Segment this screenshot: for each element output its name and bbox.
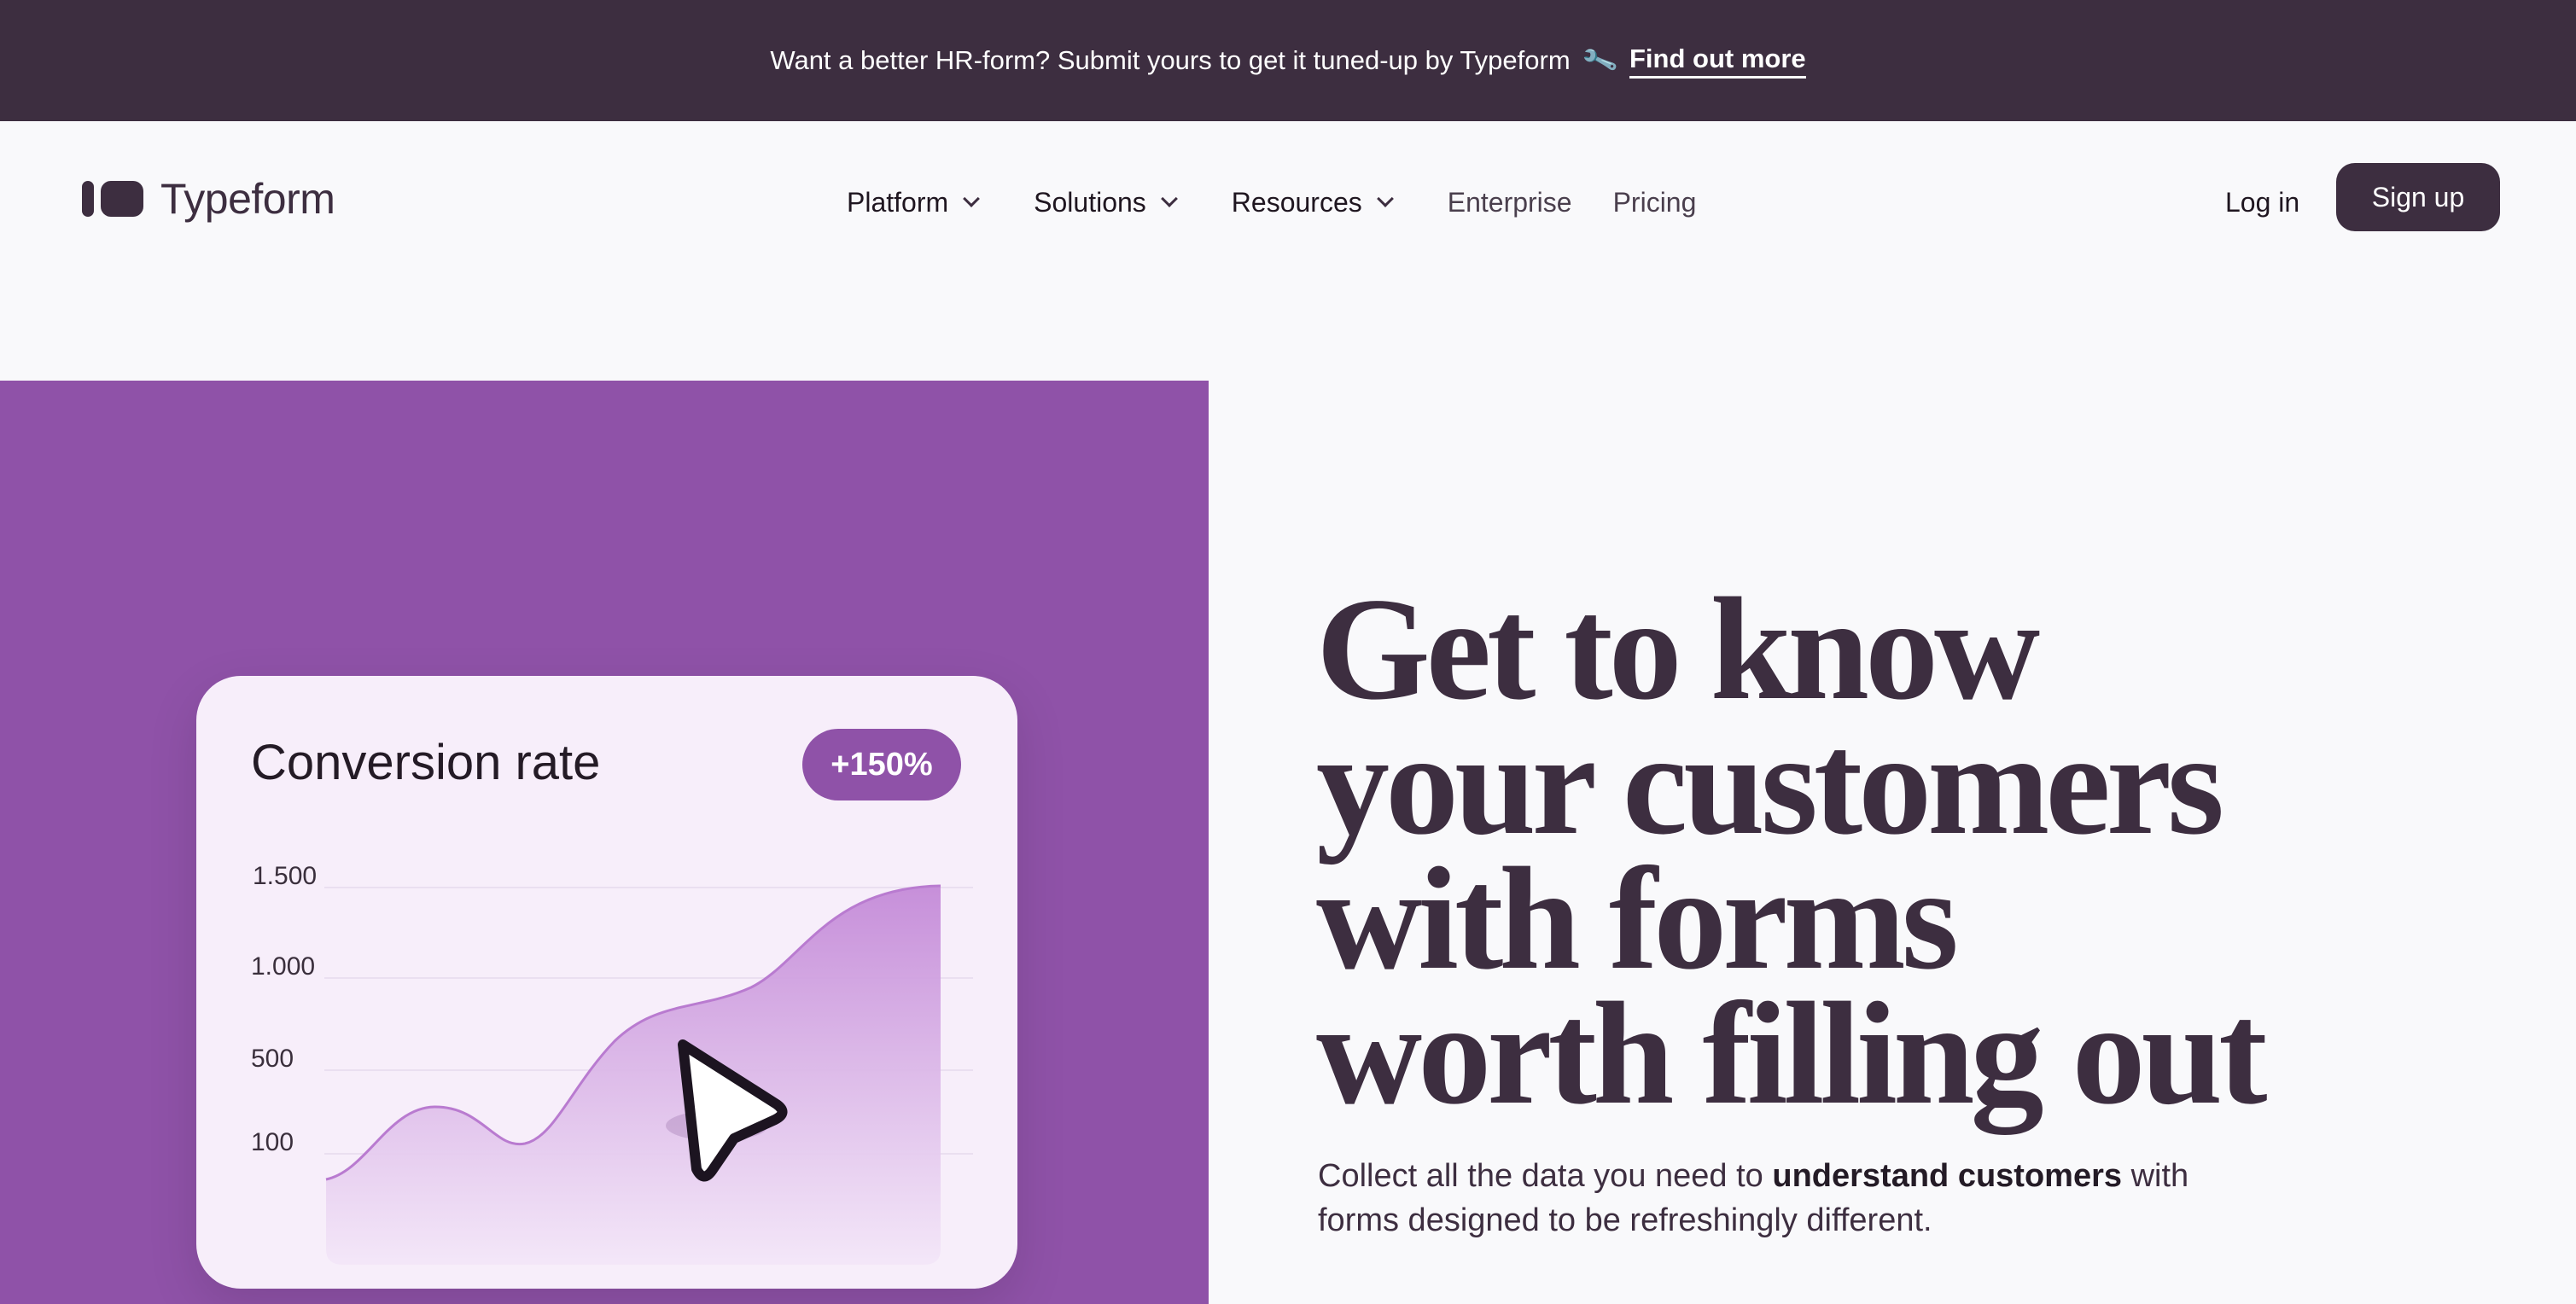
- headline-line: with forms: [1316, 838, 1959, 1000]
- chevron-down-icon: [1160, 190, 1178, 207]
- hero-headline: Get to know your customers with forms wo…: [1316, 568, 2426, 1135]
- nav-item-platform[interactable]: Platform: [847, 186, 981, 218]
- conversion-rate-card: 1.500 1.000 500 100 Conversion rate +150…: [196, 676, 1017, 1289]
- announcement-text: Want a better HR-form? Submit yours to g…: [770, 45, 1571, 75]
- card-title: Conversion rate: [251, 735, 601, 790]
- y-tick-label: 500: [251, 1045, 294, 1073]
- headline-line: your customers: [1316, 703, 2224, 865]
- announcement-bar: Want a better HR-form? Submit yours to g…: [0, 0, 2576, 121]
- y-tick-label: 1.000: [251, 952, 315, 981]
- signup-button[interactable]: Sign up: [2336, 163, 2500, 231]
- chevron-down-icon: [963, 190, 981, 207]
- headline-line: Get to know: [1316, 568, 2040, 731]
- hero-subtitle: Collect all the data you need to underst…: [1318, 1154, 2257, 1243]
- hero-illustration-panel: 1.500 1.000 500 100 Conversion rate +150…: [0, 381, 1209, 1304]
- area-fill: [326, 886, 941, 1265]
- subtitle-emphasis: understand customers: [1772, 1158, 2123, 1194]
- nav-item-label: Resources: [1231, 186, 1362, 218]
- nav-item-label: Solutions: [1034, 186, 1146, 218]
- nav-menu: Platform Solutions Resources Enterprise …: [847, 181, 1737, 224]
- nav-item-solutions[interactable]: Solutions: [1034, 186, 1178, 218]
- find-out-more-link[interactable]: Find out more: [1629, 44, 1806, 79]
- subtitle-text: Collect all the data you need to: [1318, 1158, 1763, 1194]
- brand-name: Typeform: [160, 175, 335, 223]
- growth-badge: +150%: [802, 729, 961, 800]
- headline-line: worth filling out: [1316, 973, 2268, 1135]
- y-tick-label: 1.500: [253, 862, 317, 890]
- main-nav: Typeform Platform Solutions Resources En…: [0, 121, 2576, 271]
- nav-item-pricing[interactable]: Pricing: [1613, 187, 1697, 218]
- nav-item-enterprise[interactable]: Enterprise: [1448, 187, 1572, 218]
- nav-item-label: Platform: [847, 186, 949, 218]
- chevron-down-icon: [1376, 190, 1394, 207]
- wrench-icon: 🔧: [1580, 42, 1620, 79]
- login-link[interactable]: Log in: [2225, 181, 2299, 224]
- brand-logo[interactable]: Typeform: [82, 174, 335, 224]
- typeform-logo-icon: [82, 181, 143, 217]
- y-tick-label: 100: [251, 1128, 294, 1156]
- nav-item-resources[interactable]: Resources: [1231, 186, 1394, 218]
